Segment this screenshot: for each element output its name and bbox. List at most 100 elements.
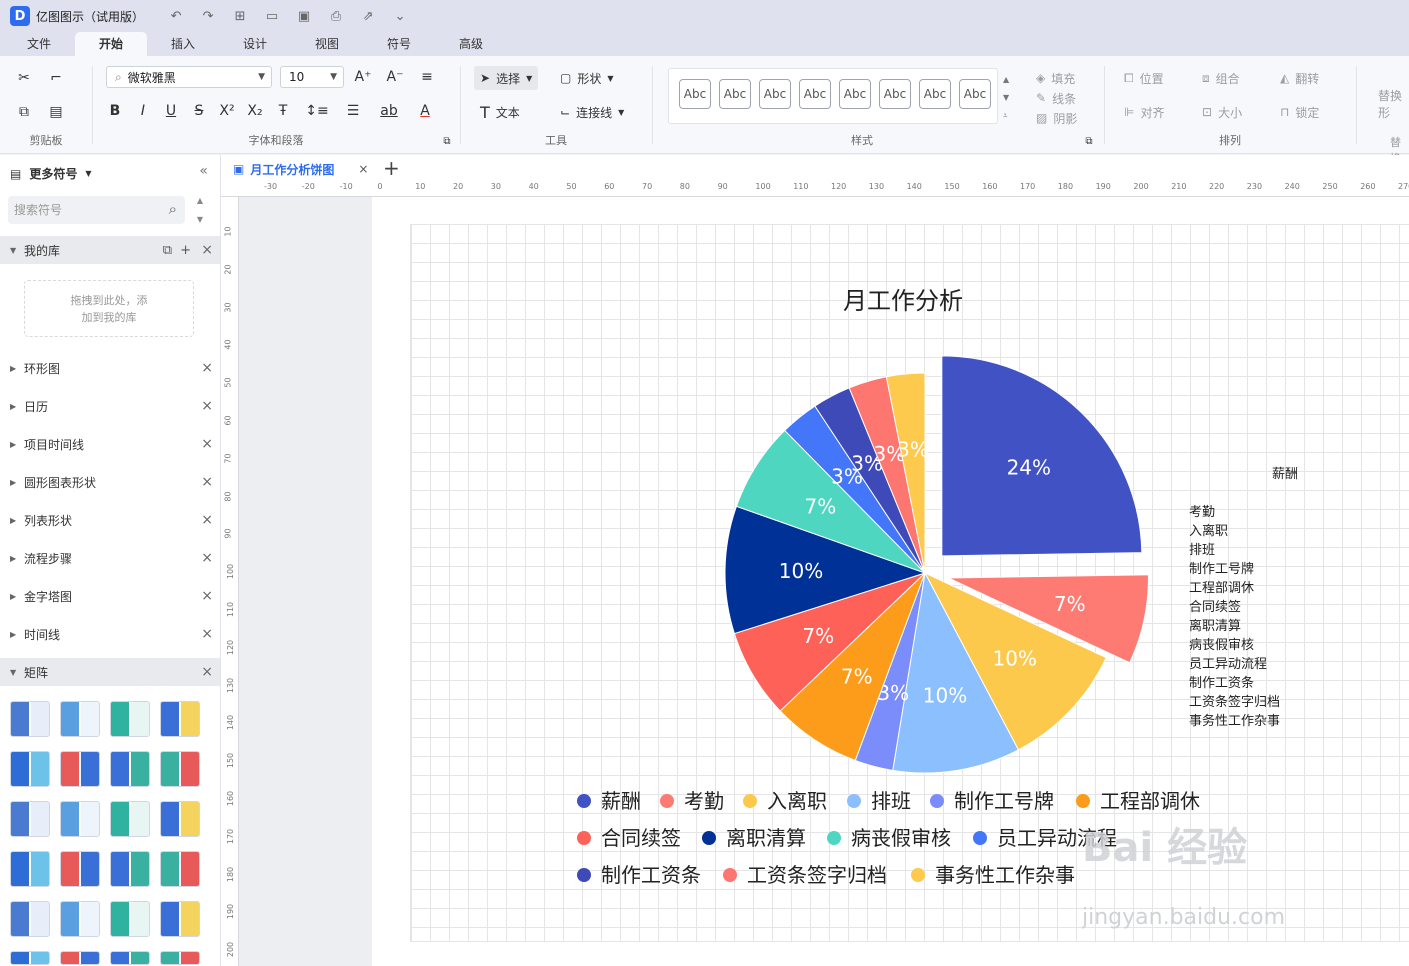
add-icon[interactable]: +	[180, 243, 191, 258]
library-row[interactable]: ▶ 列表形状 ×	[0, 506, 220, 534]
document-tab[interactable]: ▣ 月工作分析饼图 ×	[233, 159, 368, 179]
font-family-select[interactable]: ⌕ 微软雅黑 ▼	[106, 66, 272, 88]
matrix-shape-thumbnail[interactable]	[160, 801, 200, 837]
more-symbols-button[interactable]: ▤ 更多符号 ▼	[10, 165, 92, 182]
library-row[interactable]: ▶ 环形图 ×	[0, 354, 220, 382]
decrease-font-icon[interactable]: A⁻	[384, 66, 406, 88]
superscript-icon[interactable]: X²	[216, 100, 238, 122]
text-align-icon[interactable]: ≡	[416, 66, 438, 88]
copy-icon[interactable]: ⧉	[13, 101, 35, 123]
close-icon[interactable]: ×	[201, 360, 213, 376]
close-icon[interactable]: ×	[201, 242, 213, 258]
close-icon[interactable]: ×	[201, 588, 213, 604]
text-case-icon[interactable]: Ŧ	[272, 100, 294, 122]
dialog-launcher-icon[interactable]: ⧉	[1078, 130, 1100, 152]
open-folder-icon[interactable]: ▭	[258, 5, 286, 27]
increase-font-icon[interactable]: A⁺	[352, 66, 374, 88]
matrix-shape-thumbnail[interactable]	[160, 851, 200, 887]
shadow-button[interactable]: ▨ 阴影	[1036, 106, 1077, 130]
style-preset-5[interactable]: Abc	[839, 79, 871, 109]
align-button[interactable]: ⊫ 对齐	[1124, 100, 1164, 124]
library-row[interactable]: ▶ 时间线 ×	[0, 620, 220, 648]
collapse-sidebar-icon[interactable]: «	[199, 163, 208, 179]
font-color-icon[interactable]: A	[414, 100, 436, 122]
menu-tab-design[interactable]: 设计	[219, 32, 291, 56]
matrix-shape-thumbnail[interactable]	[110, 701, 150, 737]
style-preset-2[interactable]: Abc	[719, 79, 751, 109]
style-preset-6[interactable]: Abc	[879, 79, 911, 109]
matrix-shape-thumbnail[interactable]	[60, 751, 100, 787]
library-row[interactable]: ▶ 圆形图表形状 ×	[0, 468, 220, 496]
select-tool[interactable]: ➤ 选择 ▼	[474, 66, 539, 90]
flip-button[interactable]: ◭ 翻转	[1280, 66, 1319, 90]
style-preset-3[interactable]: Abc	[759, 79, 791, 109]
highlight-icon[interactable]: ab	[378, 100, 400, 122]
matrix-shape-thumbnail[interactable]	[160, 901, 200, 937]
library-row[interactable]: ▶ 日历 ×	[0, 392, 220, 420]
close-icon[interactable]: ×	[201, 626, 213, 642]
strikethrough-icon[interactable]: S	[188, 100, 210, 122]
matrix-shape-thumbnail[interactable]	[60, 701, 100, 737]
size-button[interactable]: ⊡ 大小	[1202, 100, 1242, 124]
matrix-shape-thumbnail[interactable]	[10, 701, 50, 737]
paste-icon[interactable]: ▤	[45, 101, 67, 123]
lock-button[interactable]: ⊓ 锁定	[1280, 100, 1319, 124]
matrix-shape-thumbnail[interactable]	[10, 751, 50, 787]
close-icon[interactable]: ×	[201, 512, 213, 528]
cut-icon[interactable]: ✂	[13, 67, 35, 89]
close-icon[interactable]: ×	[201, 436, 213, 452]
matrix-shape-thumbnail[interactable]	[110, 851, 150, 887]
my-library-drop-zone[interactable]: 拖拽到此处，添 加到我的库	[24, 280, 194, 337]
search-nav-arrows[interactable]: ▲ ▼	[192, 196, 208, 224]
menu-tab-insert[interactable]: 插入	[147, 32, 219, 56]
close-icon[interactable]: ×	[201, 474, 213, 490]
style-preset-4[interactable]: Abc	[799, 79, 831, 109]
matrix-shape-thumbnail[interactable]	[60, 951, 100, 965]
subscript-icon[interactable]: X₂	[244, 100, 266, 122]
group-button[interactable]: ⧈ 组合	[1202, 66, 1240, 90]
search-icon[interactable]: ⌕	[169, 200, 177, 218]
matrix-shape-thumbnail[interactable]	[160, 751, 200, 787]
style-preset-7[interactable]: Abc	[919, 79, 951, 109]
bold-icon[interactable]: B	[104, 100, 126, 122]
close-icon[interactable]: ×	[201, 398, 213, 414]
symbol-search-input[interactable]	[14, 203, 154, 217]
position-button[interactable]: ⧠ 位置	[1124, 66, 1164, 90]
matrix-shape-thumbnail[interactable]	[60, 801, 100, 837]
import-icon[interactable]: ⧉	[163, 243, 172, 258]
matrix-shape-thumbnail[interactable]	[110, 801, 150, 837]
matrix-shape-thumbnail[interactable]	[10, 951, 50, 965]
library-row[interactable]: ▶ 金字塔图 ×	[0, 582, 220, 610]
more-chevron-icon[interactable]: ⌄	[386, 5, 414, 27]
italic-icon[interactable]: I	[132, 100, 154, 122]
style-preset-1[interactable]: Abc	[679, 79, 711, 109]
style-preset-8[interactable]: Abc	[959, 79, 991, 109]
shape-tool[interactable]: ▢ 形状 ▼	[560, 66, 614, 90]
matrix-shape-thumbnail[interactable]	[10, 801, 50, 837]
close-icon[interactable]: ×	[201, 664, 213, 680]
print-icon[interactable]: ⎙	[322, 5, 350, 27]
matrix-shape-thumbnail[interactable]	[60, 851, 100, 887]
menu-tab-advanced[interactable]: 高级	[435, 32, 507, 56]
add-tab-icon[interactable]: +	[383, 156, 400, 180]
bullet-list-icon[interactable]: ☰	[342, 100, 364, 122]
matrix-shape-thumbnail[interactable]	[110, 751, 150, 787]
export-icon[interactable]: ⇗	[354, 5, 382, 27]
my-library-row[interactable]: ▼ 我的库 ⧉ + ×	[0, 236, 220, 264]
matrix-shape-thumbnail[interactable]	[10, 901, 50, 937]
matrix-shape-thumbnail[interactable]	[160, 701, 200, 737]
font-size-select[interactable]: 10 ▼	[280, 66, 344, 88]
connector-tool[interactable]: ⌙ 连接线 ▼	[560, 100, 624, 124]
matrix-shape-thumbnail[interactable]	[160, 951, 200, 965]
undo-icon[interactable]: ↶	[162, 5, 190, 27]
new-file-icon[interactable]: ⊞	[226, 5, 254, 27]
format-painter-icon[interactable]: ⌐	[45, 67, 67, 89]
menu-tab-view[interactable]: 视图	[291, 32, 363, 56]
matrix-library-row[interactable]: ▼ 矩阵 ×	[0, 658, 220, 686]
underline-icon[interactable]: U	[160, 100, 182, 122]
library-row[interactable]: ▶ 流程步骤 ×	[0, 544, 220, 572]
matrix-shape-thumbnail[interactable]	[110, 901, 150, 937]
matrix-shape-thumbnail[interactable]	[110, 951, 150, 965]
menu-tab-file[interactable]: 文件	[3, 32, 75, 56]
menu-tab-symbol[interactable]: 符号	[363, 32, 435, 56]
